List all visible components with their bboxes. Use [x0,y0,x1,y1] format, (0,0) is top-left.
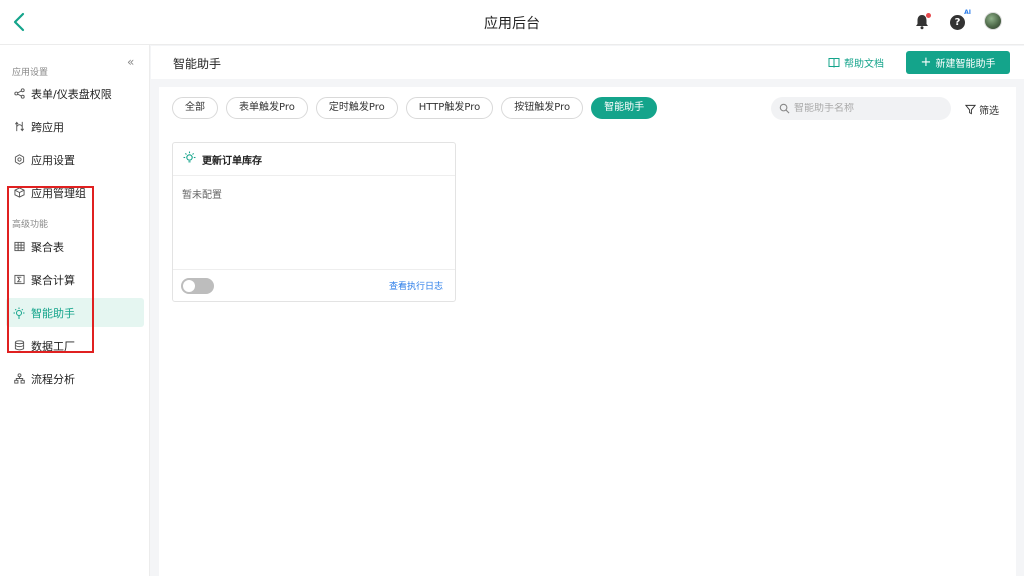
database-icon [13,340,25,352]
help-ai-icon[interactable]: ? AI [948,9,971,32]
sidebar-item-label: 流程分析 [31,372,75,386]
search-input[interactable] [794,103,944,114]
sidebar-item-label: 数据工厂 [31,339,75,353]
table-icon [13,241,25,253]
filter-chip-smart-assistant[interactable]: 智能助手 [591,97,658,119]
funnel-icon [965,104,976,115]
help-doc-label: 帮助文档 [844,59,884,70]
sidebar-item-form-dashboard-permissions[interactable]: 表单/仪表盘权限 [6,79,144,108]
top-icons: ? AI [912,9,1004,32]
sidebar-item-aggregate-table[interactable]: 聚合表 [6,232,144,261]
gear-icon [13,154,25,166]
top-bar: 应用后台 ? AI [0,0,1024,45]
card-body: 暂未配置 [173,176,455,270]
assistant-card[interactable]: 更新订单库存 暂未配置 查看执行日志 [172,142,456,302]
sidebar-item-cross-app[interactable]: 跨应用 [6,112,144,141]
sidebar-item-aggregate-calc[interactable]: 聚合计算 [6,265,144,294]
collapse-sidebar-icon[interactable]: « [127,55,134,69]
filter-label: 筛选 [979,106,999,117]
cube-icon [13,187,25,199]
flow-icon [13,373,25,385]
filter-chip-all[interactable]: 全部 [172,97,218,119]
sidebar-item-app-management-group[interactable]: 应用管理组 [6,178,144,207]
new-smart-assistant-button[interactable]: + 新建智能助手 [906,51,1010,74]
content-panel: 全部 表单触发Pro 定时触发Pro HTTP触发Pro 按钮触发Pro 智能助… [159,87,1016,576]
page-title: 智能助手 [173,57,222,71]
sidebar-item-app-settings[interactable]: 应用设置 [6,145,144,174]
cross-arrows-icon [13,121,25,133]
new-button-label: 新建智能助手 [935,59,996,70]
sidebar-item-label: 跨应用 [31,120,64,134]
notification-dot [926,13,931,18]
sidebar-item-label: 聚合表 [31,240,64,254]
user-avatar[interactable] [984,12,1004,32]
filter-chips: 全部 表单触发Pro 定时触发Pro HTTP触发Pro 按钮触发Pro 智能助… [172,97,658,119]
filter-chip-scheduled-trigger[interactable]: 定时触发Pro [315,97,398,119]
card-header: 更新订单库存 [173,143,455,176]
main-header: 智能助手 帮助文档 + 新建智能助手 [151,46,1024,79]
card-title: 更新订单库存 [202,155,262,167]
sidebar: « 应用设置 表单/仪表盘权限 跨应用 应用设置 应用管理组 高级功能 聚合表 [0,45,150,576]
sigma-icon [13,274,25,286]
sidebar-item-data-factory[interactable]: 数据工厂 [6,331,144,360]
search-box[interactable] [771,97,951,120]
filter-chip-http-trigger[interactable]: HTTP触发Pro [405,97,494,119]
filter-chip-button-trigger[interactable]: 按钮触发Pro [501,97,584,119]
sidebar-item-label: 聚合计算 [31,273,75,287]
view-execution-log-link[interactable]: 查看执行日志 [389,279,443,292]
card-footer: 查看执行日志 [173,270,455,301]
enable-toggle[interactable] [181,277,214,294]
sidebar-item-process-analysis[interactable]: 流程分析 [6,364,144,393]
filter-chip-form-trigger[interactable]: 表单触发Pro [226,97,308,119]
search-icon [779,103,790,114]
sidebar-item-label: 应用设置 [31,153,75,167]
lightbulb-icon [13,307,25,319]
section-title-app-settings: 应用设置 [12,68,49,78]
help-doc-link[interactable]: 帮助文档 [828,55,884,70]
lightbulb-icon [183,151,196,167]
share-nodes-icon [13,88,25,100]
plus-icon: + [920,54,932,70]
filter-button[interactable]: 筛选 [965,102,999,117]
sidebar-item-label: 智能助手 [31,306,75,320]
notification-bell-icon[interactable] [912,12,932,32]
sidebar-item-label: 应用管理组 [31,186,86,200]
book-icon [828,58,840,68]
sidebar-item-label: 表单/仪表盘权限 [31,87,112,101]
app-title: 应用后台 [484,16,540,32]
sidebar-item-smart-assistant[interactable]: 智能助手 [6,298,144,327]
section-title-advanced: 高级功能 [12,220,49,230]
